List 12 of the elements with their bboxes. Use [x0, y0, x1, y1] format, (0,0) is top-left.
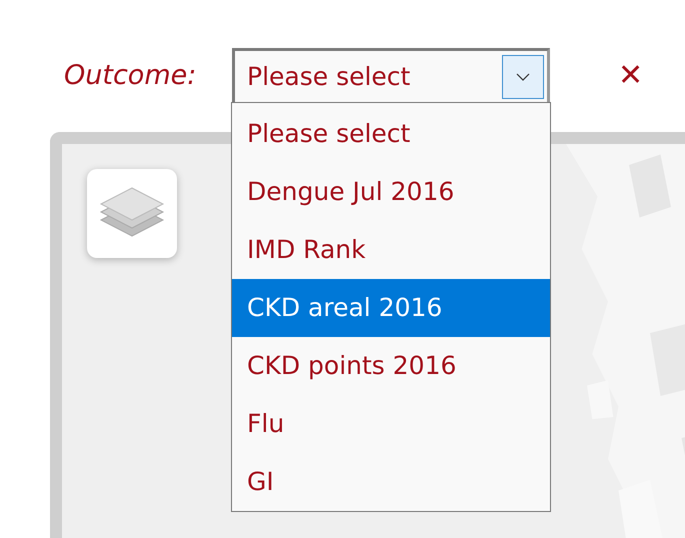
dropdown-option[interactable]: CKD areal 2016	[232, 279, 550, 337]
dropdown-option[interactable]: IMD Rank	[232, 221, 550, 279]
layers-button[interactable]	[87, 169, 177, 258]
dropdown-option[interactable]: GI	[232, 453, 550, 511]
outcome-select[interactable]: Please select	[232, 48, 550, 102]
dropdown-option[interactable]: Flu	[232, 395, 550, 453]
close-button[interactable]: ✕	[618, 58, 644, 92]
dropdown-option[interactable]: CKD points 2016	[232, 337, 550, 395]
dropdown-option[interactable]: Please select	[232, 105, 550, 163]
chevron-down-icon[interactable]	[502, 54, 544, 98]
dropdown-option[interactable]: Dengue Jul 2016	[232, 163, 550, 221]
outcome-label: Outcome:	[64, 60, 198, 90]
